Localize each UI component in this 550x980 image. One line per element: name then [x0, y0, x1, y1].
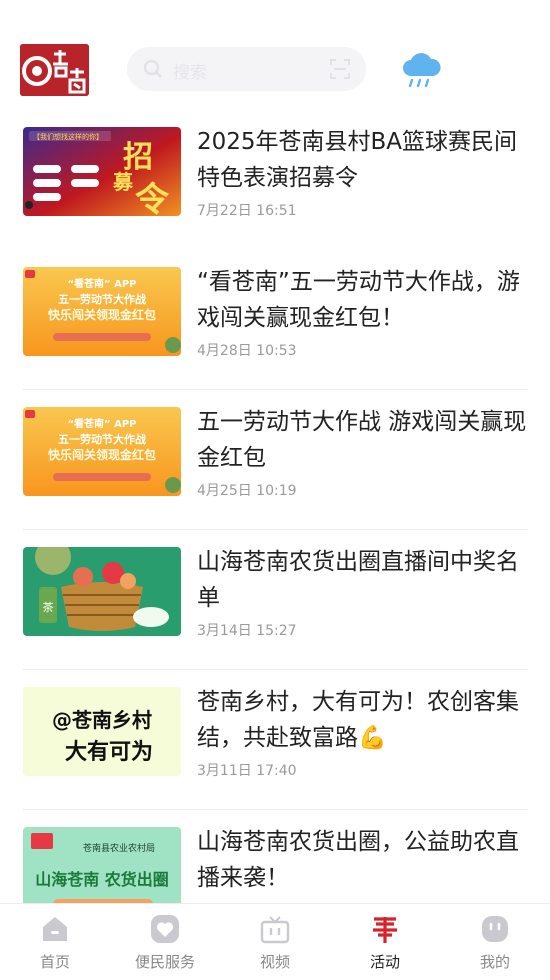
- thumbnail-image: @苍南乡村 大有可为: [23, 687, 181, 776]
- thumb-line2: 五一劳动节大作战: [58, 292, 146, 306]
- heart-icon: [150, 914, 180, 944]
- tab-label: 活动: [369, 953, 400, 971]
- list-item[interactable]: 茶 山海苍南农货出圈直播间中奖名单 3月14日 15:27: [23, 530, 528, 670]
- article-title[interactable]: 五一劳动节大作战 游戏闯关赢现金红包: [197, 404, 532, 476]
- thumb-line1: 苍南县农业农村局: [83, 842, 155, 854]
- svg-text:募: 募: [112, 170, 134, 194]
- thumb-line2: 大有可为: [65, 739, 153, 765]
- search-input[interactable]: 搜索: [127, 47, 366, 91]
- tab-label: 首页: [39, 953, 70, 971]
- thumbnail-image: 【我们想找这样的你】 招 募 令: [23, 127, 181, 216]
- rain-cloud-icon[interactable]: [401, 50, 441, 94]
- thumb-line1: “看苍南” APP: [67, 417, 136, 430]
- search-icon: [143, 59, 163, 83]
- list-item[interactable]: @苍南乡村 大有可为 苍南乡村，大有可为！农创客集结，共赴致富路💪 3月11日 …: [23, 670, 528, 810]
- scan-icon[interactable]: [330, 59, 350, 83]
- top-header: 搜索: [0, 0, 550, 110]
- tab-label: 我的: [479, 953, 510, 971]
- tab-activity[interactable]: 活动: [330, 904, 440, 980]
- tab-label: 便民服务: [134, 953, 195, 971]
- tab-video[interactable]: 视频: [220, 904, 330, 980]
- search-placeholder: 搜索: [173, 63, 207, 83]
- thumb-line2: 五一劳动节大作战: [58, 432, 146, 446]
- list-item[interactable]: “看苍南” APP 五一劳动节大作战 快乐闯关领现金红包 “看苍南”五一劳动节大…: [23, 250, 528, 390]
- article-title[interactable]: 山海苍南农货出圈，公益助农直播来袭！: [197, 824, 532, 896]
- article-title[interactable]: “看苍南”五一劳动节大作战，游戏闯关赢现金红包！: [197, 264, 532, 336]
- thumb-line2: 山海苍南 农货出圈: [35, 870, 169, 889]
- tab-home[interactable]: 首页: [0, 904, 110, 980]
- svg-text:令: 令: [135, 180, 170, 216]
- thumb-tag: 茶: [43, 601, 54, 614]
- list-item[interactable]: 【我们想找这样的你】 招 募 令 2025年苍南县村BA篮球赛民间特色表演招募令…: [23, 110, 528, 250]
- article-time: 7月22日 16:51: [197, 203, 297, 219]
- home-icon: [40, 914, 70, 944]
- thumb-line1: “看苍南” APP: [67, 277, 136, 290]
- article-title[interactable]: 山海苍南农货出圈直播间中奖名单: [197, 544, 532, 616]
- tv-icon: [260, 914, 290, 944]
- article-time: 3月14日 15:27: [197, 623, 297, 639]
- app-logo[interactable]: [20, 44, 89, 96]
- thumbnail-image: “看苍南” APP 五一劳动节大作战 快乐闯关领现金红包: [23, 407, 181, 496]
- article-time: 3月11日 17:40: [197, 763, 297, 779]
- thumb-line1: @苍南乡村: [52, 708, 152, 732]
- thumbnail-image: 茶: [23, 547, 181, 636]
- activity-icon: [370, 914, 400, 944]
- thumb-caption: 【我们想找这样的你】: [33, 132, 103, 141]
- tab-services[interactable]: 便民服务: [110, 904, 220, 980]
- tab-label: 视频: [259, 953, 290, 971]
- article-time: 4月28日 10:53: [197, 343, 297, 359]
- thumb-line3: 快乐闯关领现金红包: [48, 447, 156, 462]
- article-title[interactable]: 苍南乡村，大有可为！农创客集结，共赴致富路💪: [197, 684, 532, 756]
- bottom-tab-bar: 首页 便民服务 视频 活动 我的: [0, 903, 550, 980]
- article-title[interactable]: 2025年苍南县村BA篮球赛民间特色表演招募令: [197, 124, 532, 196]
- profile-icon: [480, 914, 510, 944]
- list-item[interactable]: “看苍南” APP 五一劳动节大作战 快乐闯关领现金红包 五一劳动节大作战 游戏…: [23, 390, 528, 530]
- article-time: 4月25日 10:19: [197, 483, 297, 499]
- thumbnail-image: “看苍南” APP 五一劳动节大作战 快乐闯关领现金红包: [23, 267, 181, 356]
- tab-profile[interactable]: 我的: [440, 904, 550, 980]
- thumb-line3: 快乐闯关领现金红包: [48, 307, 156, 322]
